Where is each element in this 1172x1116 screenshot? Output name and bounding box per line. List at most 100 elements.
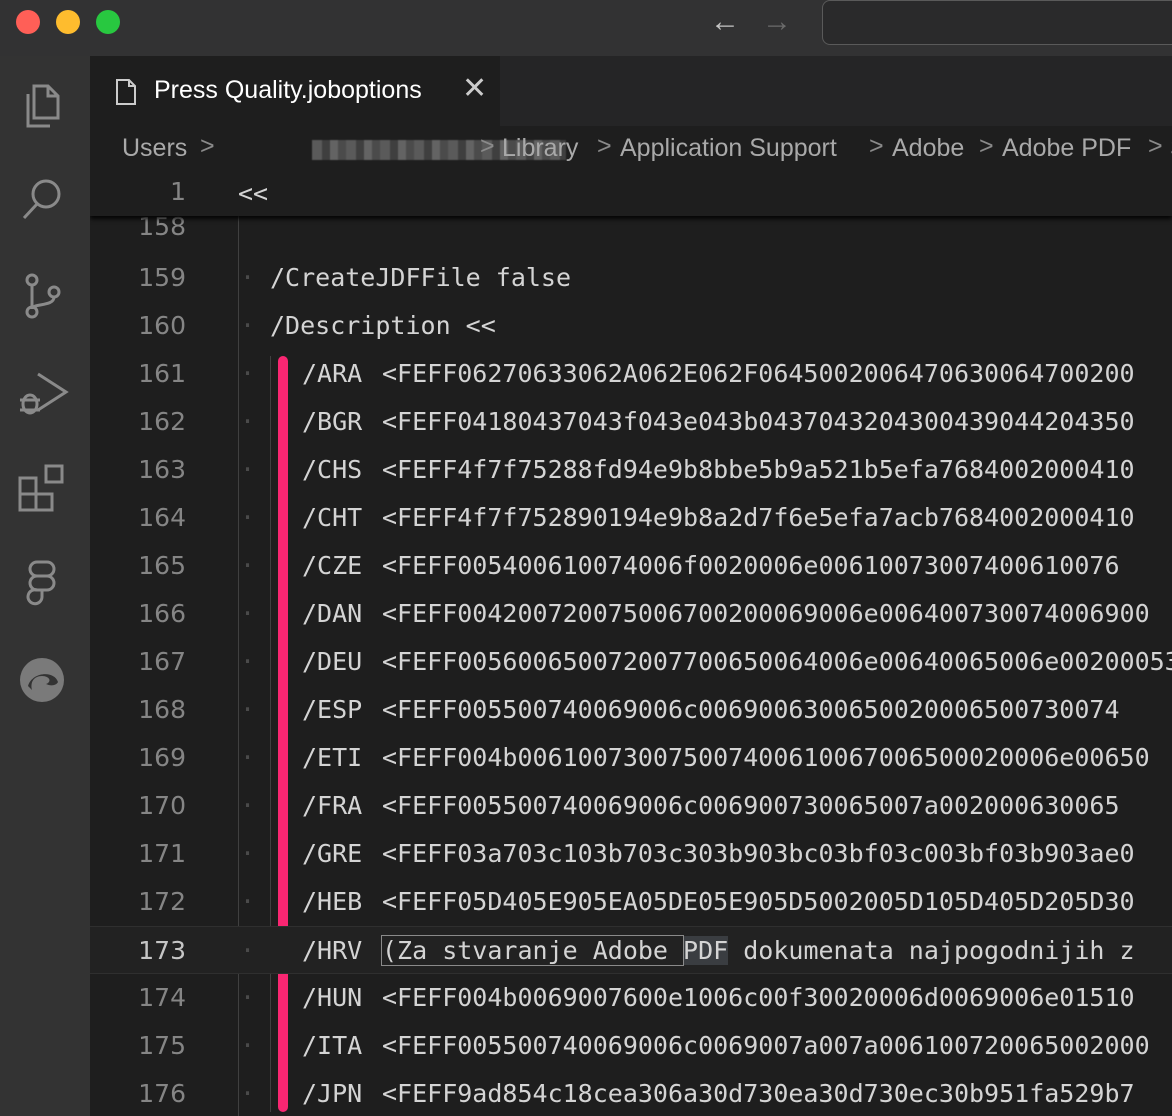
code-line-row[interactable]: 161 · /ARA <FEFF06270633062A062E062F0645… [90, 350, 1172, 398]
code-line-row[interactable]: 172 · /HEB <FEFF05D405E905EA05DE05E905D5… [90, 878, 1172, 926]
description-key: /BGR [302, 407, 363, 436]
code-line-row[interactable]: 176 · /JPN <FEFF9ad854c18cea306a30d730ea… [90, 1070, 1172, 1116]
line-number: 161 [138, 359, 186, 388]
breadcrumb-separator: > [200, 132, 215, 160]
description-value: (Za stvaranje Adobe PDF dokumenata najpo… [380, 935, 1135, 966]
code-editor[interactable]: 1 << 158 159 · /CreateJDFFile false 160 … [90, 172, 1172, 1116]
code-line-row[interactable]: 164 · /CHT <FEFF4f7f752890194e9b8a2d7f6e… [90, 494, 1172, 542]
line-number: 172 [138, 887, 186, 916]
description-key: /FRA [302, 791, 363, 820]
code-line-row[interactable]: 160 · /Description << [90, 302, 1172, 350]
code-line-row[interactable]: 166 · /DAN <FEFF004200720075006700200069… [90, 590, 1172, 638]
description-value: <FEFF004b0061007300750074006100670065000… [382, 743, 1150, 772]
description-key: /GRE [302, 839, 363, 868]
description-key: /DEU [302, 647, 363, 676]
sticky-scroll-header[interactable]: 1 << [90, 172, 1172, 216]
description-value: <FEFF005500740069006c0069007a007a0061007… [382, 1031, 1150, 1060]
edge-browser-icon[interactable] [14, 652, 70, 708]
explorer-files-icon[interactable] [14, 76, 70, 132]
breadcrumb-separator: > [869, 132, 884, 160]
figma-icon[interactable] [14, 556, 70, 612]
code-line: << [238, 179, 269, 208]
forward-arrow-icon[interactable]: → [762, 4, 792, 40]
line-number: 171 [138, 839, 186, 868]
breadcrumb-separator: > [480, 132, 495, 160]
description-key: /CHT [302, 503, 363, 532]
code-line-row[interactable]: 163 · /CHS <FEFF4f7f75288fd94e9b8bbe5b9a… [90, 446, 1172, 494]
command-center-search[interactable] [822, 0, 1172, 45]
description-value: <FEFF04180437043f043e043b043704320430043… [382, 407, 1135, 436]
line-number: 162 [138, 407, 186, 436]
description-key: /ARA [302, 359, 363, 388]
description-value: <FEFF9ad854c18cea306a30d730ea30d730ec30b… [382, 1079, 1135, 1108]
breadcrumb-users[interactable]: Users [122, 134, 187, 163]
line-number: 165 [138, 551, 186, 580]
description-value: <FEFF005500740069006c0069006300650020006… [382, 695, 1120, 724]
text-cursor: (Za stvaranje Adobe [380, 935, 685, 966]
breadcrumb-adobe[interactable]: Adobe [892, 134, 964, 163]
description-key: /HUN [302, 983, 363, 1012]
description-value: <FEFF4f7f75288fd94e9b8bbe5b9a521b5efa768… [382, 455, 1135, 484]
description-key: /CHS [302, 455, 363, 484]
line-number: 170 [138, 791, 186, 820]
line-number: 175 [138, 1031, 186, 1060]
minimize-window-button[interactable] [56, 10, 80, 34]
breadcrumb-library[interactable]: Library [502, 134, 578, 163]
line-number: 168 [138, 695, 186, 724]
description-key: /ESP [302, 695, 363, 724]
breadcrumb-separator: > [979, 132, 994, 160]
current-code-line[interactable]: 173 · /HRV (Za stvaranje Adobe PDF dokum… [90, 926, 1172, 974]
search-icon[interactable] [14, 172, 70, 228]
tab-bar: Press Quality.joboptions ✕ [90, 56, 1172, 126]
line-number: 164 [138, 503, 186, 532]
title-bar: ← → [0, 0, 1172, 56]
line-number: 176 [138, 1079, 186, 1108]
line-number: 160 [138, 311, 186, 340]
source-control-icon[interactable] [14, 268, 70, 324]
code-text: /Description << [270, 311, 496, 340]
breadcrumb-separator: > [1148, 132, 1163, 160]
line-number: 167 [138, 647, 186, 676]
code-line-row[interactable]: 171 · /GRE <FEFF03a703c103b703c303b903bc… [90, 830, 1172, 878]
activity-bar [0, 56, 90, 1116]
description-key: /DAN [302, 599, 363, 628]
code-line-row[interactable]: 175 · /ITA <FEFF005500740069006c0069007a… [90, 1022, 1172, 1070]
tab-press-quality[interactable]: Press Quality.joboptions ✕ [90, 56, 500, 126]
run-debug-icon[interactable] [14, 364, 70, 420]
code-line-row[interactable]: 170 · /FRA <FEFF005500740069006c00690073… [90, 782, 1172, 830]
breadcrumb-application-support[interactable]: Application Support [620, 134, 837, 163]
code-line-row[interactable]: 167 · /DEU <FEFF005600650072007700650064… [90, 638, 1172, 686]
code-text: /CreateJDFFile false [270, 263, 572, 292]
description-key: /ITA [302, 1031, 363, 1060]
back-arrow-icon[interactable]: ← [710, 4, 740, 40]
file-icon [116, 79, 136, 105]
breadcrumb-adobe-pdf[interactable]: Adobe PDF [1002, 134, 1131, 163]
description-key: /HRV [302, 936, 363, 965]
breadcrumb-separator: > [597, 132, 612, 160]
code-line-row[interactable]: 168 · /ESP <FEFF005500740069006c00690063… [90, 686, 1172, 734]
extensions-icon[interactable] [14, 460, 70, 516]
close-tab-icon[interactable]: ✕ [462, 74, 487, 104]
description-value: <FEFF004b0069007600e1006c00f30020006d006… [382, 983, 1135, 1012]
line-number: 166 [138, 599, 186, 628]
value-rest: dokumenata najpogodnijih z [728, 936, 1135, 965]
code-line-row[interactable]: 162 · /BGR <FEFF04180437043f043e043b0437… [90, 398, 1172, 446]
line-number: 1 [170, 177, 186, 206]
close-window-button[interactable] [16, 10, 40, 34]
description-key: /CZE [302, 551, 363, 580]
line-number: 173 [138, 936, 186, 965]
description-key: /HEB [302, 887, 363, 916]
description-key: /JPN [302, 1079, 363, 1108]
description-value: <FEFF005600650072007700650064006e0064006… [382, 647, 1172, 676]
code-line-row[interactable]: 174 · /HUN <FEFF004b0069007600e1006c00f3… [90, 974, 1172, 1022]
description-value: <FEFF4f7f752890194e9b8a2d7f6e5efa7acb768… [382, 503, 1135, 532]
code-line-row[interactable]: 159 · /CreateJDFFile false [90, 254, 1172, 302]
description-value: <FEFF005500740069006c006900730065007a002… [382, 791, 1120, 820]
description-value: <FEFF03a703c103b703c303b903bc03bf03c003b… [382, 839, 1135, 868]
description-key: /ETI [302, 743, 363, 772]
tab-label: Press Quality.joboptions [154, 76, 422, 104]
maximize-window-button[interactable] [96, 10, 120, 34]
code-line-row[interactable]: 165 · /CZE <FEFF005400610074006f0020006e… [90, 542, 1172, 590]
code-line-row[interactable]: 169 · /ETI <FEFF004b00610073007500740061… [90, 734, 1172, 782]
line-number: 174 [138, 983, 186, 1012]
